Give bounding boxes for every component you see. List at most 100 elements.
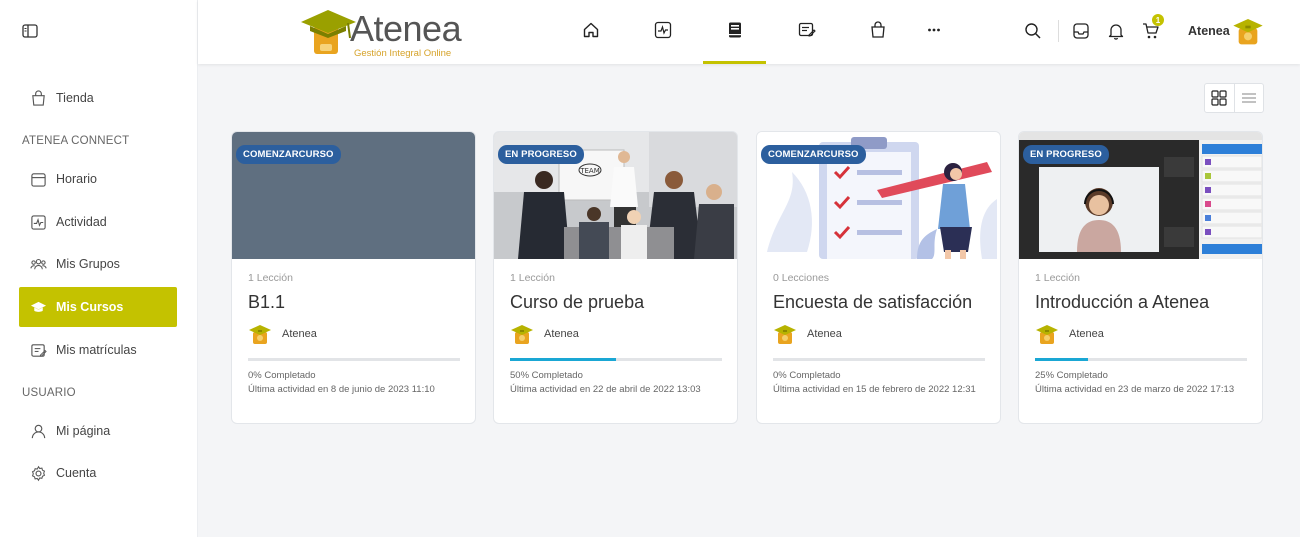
sidebar-item-mis-cursos[interactable]: Mis Cursos — [19, 287, 177, 327]
search-button[interactable] — [1023, 21, 1043, 41]
sidebar-section-usuario: USUARIO — [22, 387, 76, 399]
course-progress-bar — [510, 358, 722, 361]
bell-icon — [1108, 24, 1124, 40]
user-name[interactable]: Atenea — [1188, 24, 1230, 38]
nav-courses[interactable] — [725, 20, 745, 40]
sidebar-item-label: Actividad — [56, 215, 107, 229]
shop-bag-icon — [32, 89, 45, 106]
course-status-badge: COMENZARCURSO — [236, 145, 341, 164]
author-avatar — [510, 322, 534, 346]
notifications-button[interactable] — [1106, 21, 1126, 41]
nav-active-indicator — [703, 61, 766, 64]
course-title[interactable]: Encuesta de satisfacción — [773, 292, 972, 313]
course-author-name: Atenea — [544, 328, 579, 340]
course-card[interactable]: TEAM EN PROGRESO 1 Lección Curso de prue… — [493, 131, 738, 424]
course-lessons-count: 1 Lección — [248, 272, 293, 284]
author-avatar — [773, 322, 797, 346]
course-lessons-count: 0 Lecciones — [773, 272, 830, 284]
sidebar-item-mis-matriculas[interactable]: Mis matrículas — [19, 330, 177, 370]
course-last-activity: Última actividad en 15 de febrero de 202… — [773, 384, 976, 395]
sidebar-item-label: Cuenta — [56, 466, 97, 480]
list-icon — [1241, 93, 1256, 103]
book-icon — [729, 22, 741, 38]
cart-count-badge: 1 — [1152, 14, 1164, 26]
course-progress-fill — [510, 358, 616, 361]
course-author-name: Atenea — [1069, 328, 1104, 340]
grid-view-button[interactable] — [1205, 84, 1235, 112]
calendar-icon — [31, 172, 46, 187]
course-author: Atenea — [773, 322, 842, 346]
course-progress-bar — [248, 358, 460, 361]
activity-icon — [31, 214, 46, 230]
home-icon — [583, 22, 599, 38]
sidebar-item-label: Mis matrículas — [56, 343, 137, 357]
groups-icon — [30, 258, 47, 269]
sidebar-item-label: Tienda — [56, 91, 94, 105]
view-toggle — [1204, 83, 1264, 113]
course-progress-label: 0% Completado — [248, 370, 316, 381]
course-card[interactable]: EN PROGRESO 1 Lección Introducción a Ate… — [1018, 131, 1263, 424]
sidebar-item-label: Mis Grupos — [56, 257, 120, 271]
sidebar-item-label: Mis Cursos — [56, 300, 124, 314]
course-author-name: Atenea — [807, 328, 842, 340]
more-dots-icon — [928, 28, 940, 32]
logo-wordmark: Atenea — [350, 8, 462, 49]
sidebar-toggle-icon[interactable] — [22, 24, 38, 38]
course-progress-label: 0% Completado — [773, 370, 841, 381]
course-progress-bar — [773, 358, 985, 361]
nav-more[interactable] — [924, 20, 944, 40]
shop-bag-icon — [871, 21, 885, 38]
course-author: Atenea — [510, 322, 579, 346]
sidebar-section-atenea-connect: ATENEA CONNECT — [22, 135, 130, 147]
search-icon — [1025, 23, 1041, 39]
course-progress-bar — [1035, 358, 1247, 361]
enrollment-icon — [31, 343, 47, 357]
course-title[interactable]: Curso de prueba — [510, 292, 644, 313]
sidebar-item-cuenta[interactable]: Cuenta — [19, 453, 177, 493]
activity-icon — [654, 21, 672, 39]
course-author: Atenea — [1035, 322, 1104, 346]
user-icon — [31, 424, 46, 438]
course-last-activity: Última actividad en 22 de abril de 2022 … — [510, 384, 701, 395]
course-progress-fill — [1035, 358, 1088, 361]
sidebar-item-label: Horario — [56, 172, 97, 186]
sidebar-item-tienda[interactable]: Tienda — [19, 78, 177, 118]
logo-tagline: Gestión Integral Online — [354, 48, 452, 59]
course-status-badge: COMENZARCURSO — [761, 145, 866, 164]
list-view-button[interactable] — [1235, 84, 1264, 112]
gear-icon — [31, 465, 46, 481]
course-lessons-count: 1 Lección — [1035, 272, 1080, 284]
course-author: Atenea — [248, 322, 317, 346]
atenea-logo[interactable]: Atenea Gestión Integral Online — [300, 6, 465, 59]
course-card[interactable]: COMENZARCURSO 1 Lección B1.1 Atenea 0% C… — [231, 131, 476, 424]
top-header: Atenea Gestión Integral Online 1 Atenea — [198, 0, 1300, 64]
whiteboard-word: TEAM — [579, 167, 600, 175]
course-status-badge: EN PROGRESO — [498, 145, 584, 164]
sidebar-item-actividad[interactable]: Actividad — [19, 202, 177, 242]
inbox-icon — [1073, 23, 1089, 39]
course-last-activity: Última actividad en 23 de marzo de 2022 … — [1035, 384, 1235, 395]
course-last-activity: Última actividad en 8 de junio de 2023 1… — [248, 384, 435, 395]
course-progress-label: 25% Completado — [1035, 370, 1108, 381]
messages-button[interactable] — [1071, 21, 1091, 41]
course-title[interactable]: Introducción a Atenea — [1035, 292, 1209, 313]
nav-activity[interactable] — [653, 20, 673, 40]
course-progress-label: 50% Completado — [510, 370, 583, 381]
course-title[interactable]: B1.1 — [248, 292, 285, 313]
sidebar-item-mi-pagina[interactable]: Mi página — [19, 411, 177, 451]
avatar[interactable] — [1232, 15, 1264, 47]
sidebar-item-horario[interactable]: Horario — [19, 159, 177, 199]
graduation-cap-icon — [30, 301, 47, 312]
sidebar-item-mis-grupos[interactable]: Mis Grupos — [19, 244, 177, 284]
nav-home[interactable] — [581, 20, 601, 40]
course-status-badge: EN PROGRESO — [1023, 145, 1109, 164]
enrollment-icon — [798, 22, 816, 37]
header-divider — [1058, 20, 1059, 42]
nav-enrollments[interactable] — [797, 20, 817, 40]
author-avatar — [248, 322, 272, 346]
course-card[interactable]: COMENZARCURSO 0 Lecciones Encuesta de sa… — [756, 131, 1001, 424]
course-author-name: Atenea — [282, 328, 317, 340]
sidebar: Tienda ATENEA CONNECT Horario Actividad … — [0, 0, 198, 537]
grid-icon — [1211, 90, 1227, 106]
nav-shop[interactable] — [868, 20, 888, 40]
